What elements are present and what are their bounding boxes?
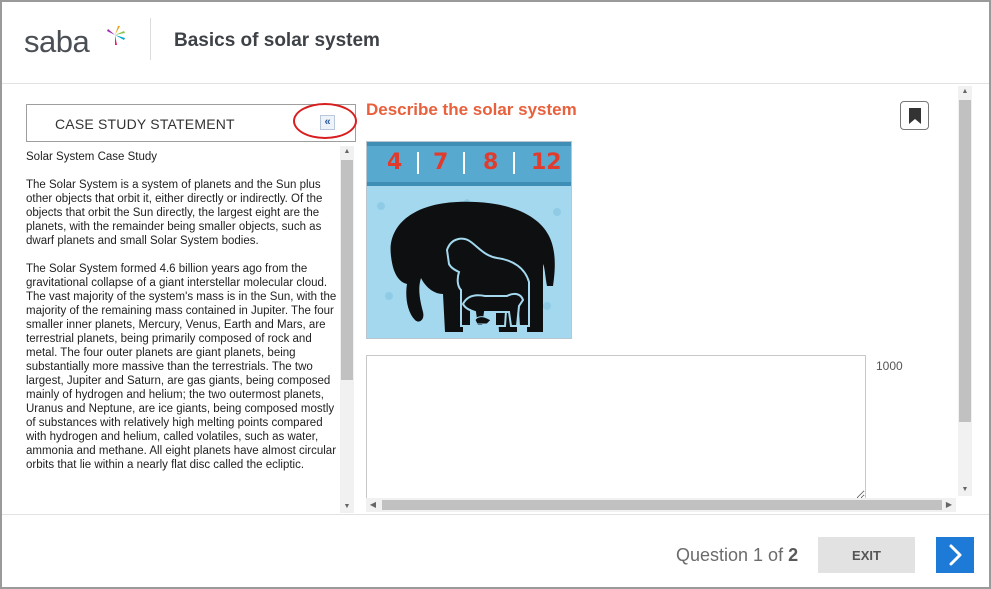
question-vertical-scrollbar[interactable]: ▲ ▼ [958,86,972,496]
question-counter: Question 1 of 2 [676,545,798,566]
scroll-up-icon[interactable]: ▲ [340,146,354,158]
scroll-left-icon[interactable]: ◀ [366,498,380,512]
exit-button[interactable]: EXIT [818,537,915,573]
scroll-thumb[interactable] [959,100,971,422]
question-prompt: Describe the solar system [366,100,577,119]
question-counter-total: 2 [788,545,799,565]
header-divider [150,18,151,60]
image-number: 12 [531,150,562,175]
next-button[interactable] [936,537,974,573]
animal-silhouettes-illustration [377,199,561,332]
image-separator [513,152,515,174]
image-number: 7 [433,150,449,175]
scroll-down-icon[interactable]: ▼ [958,484,972,496]
scroll-up-icon[interactable]: ▲ [958,86,972,98]
case-study-paragraph: The Solar System is a system of planets … [26,179,323,247]
scroll-down-icon[interactable]: ▼ [340,501,354,513]
footer: Question 1 of 2 EXIT [2,514,989,587]
logo-text: saba [24,24,90,59]
case-study-body: Solar System Case Study The Solar System… [26,150,338,513]
header: saba Basics of solar system [2,2,989,84]
logo-mark-icon [107,26,125,45]
image-number-strip: 4 7 8 12 [367,142,571,186]
saba-logo: saba [24,24,134,64]
case-study-heading: Solar System Case Study [26,151,158,163]
case-study-title: CASE STUDY STATEMENT [55,116,235,132]
bookmark-button[interactable] [900,101,929,130]
image-separator [463,152,465,174]
image-number: 8 [483,150,499,175]
answer-textarea[interactable] [366,355,866,500]
scroll-thumb[interactable] [382,500,942,510]
course-title: Basics of solar system [174,30,380,51]
case-study-paragraph: The Solar System formed 4.6 billion year… [26,263,337,471]
case-study-scrollbar[interactable]: ▲ ▼ [340,146,354,513]
image-number: 4 [387,150,403,175]
question-image: 4 7 8 12 [366,141,572,339]
character-limit: 1000 [876,359,903,373]
chevron-right-icon [949,544,962,566]
scroll-right-icon[interactable]: ▶ [942,498,956,512]
collapse-panel-button[interactable]: « [320,115,335,130]
question-counter-prefix: Question 1 of [676,545,789,565]
scroll-thumb[interactable] [341,160,353,380]
case-study-header: CASE STUDY STATEMENT « [26,103,357,142]
question-horizontal-scrollbar[interactable]: ◀ ▶ [366,498,956,512]
bookmark-icon [909,108,921,124]
image-separator [417,152,419,174]
